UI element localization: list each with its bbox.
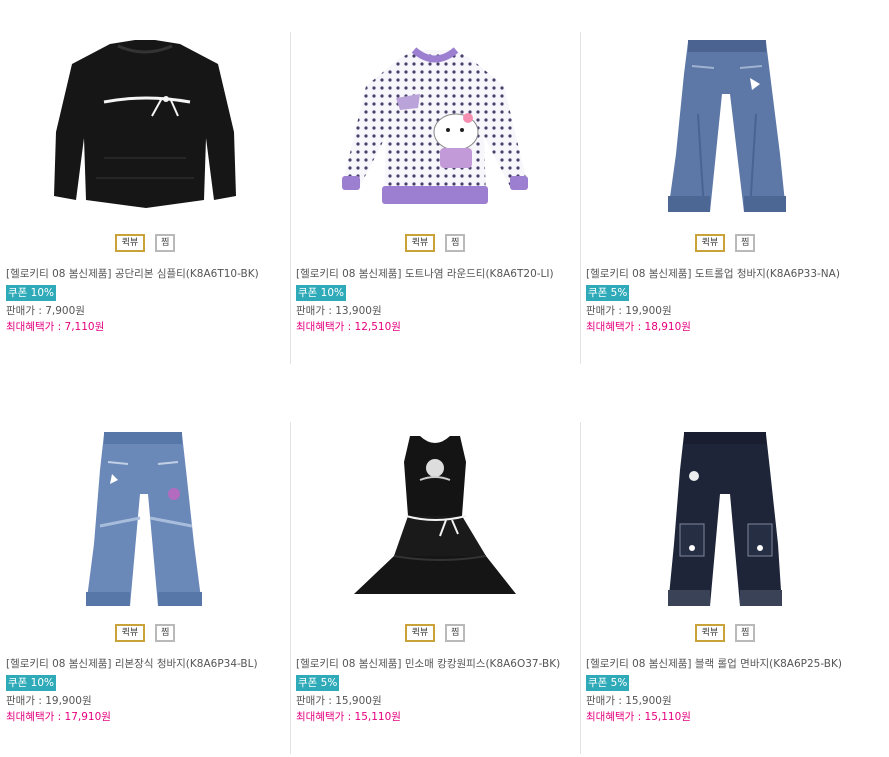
sale-price-label: 판매가 : xyxy=(586,695,626,707)
max-benefit-price: 최대혜택가 : 18,910원 xyxy=(586,319,866,335)
coupon-badge: 쿠폰 5% xyxy=(586,675,630,691)
max-benefit-label: 최대혜택가 : xyxy=(586,711,645,723)
product-name[interactable]: [헬로키티 08 봄신제품] 리본장식 청바지(K8A6P34-BL) xyxy=(6,656,286,672)
coupon-badge: 쿠폰 10% xyxy=(296,285,346,301)
sale-price-label: 판매가 : xyxy=(296,305,336,317)
wish-button[interactable]: 찜 xyxy=(735,624,756,642)
coupon-badge: 쿠폰 5% xyxy=(296,675,340,691)
quickview-button[interactable]: 퀵뷰 xyxy=(114,624,146,642)
sale-price-value: 15,900원 xyxy=(625,695,672,707)
sale-price: 판매가 : 15,900원 xyxy=(296,693,576,709)
product-grid: 퀵뷰 찜 [헬로키티 08 봄신제품] 공단리본 심플티(K8A6T10-BK)… xyxy=(0,0,889,757)
sale-price-value: 15,900원 xyxy=(335,695,382,707)
wish-button[interactable]: 찜 xyxy=(445,624,466,642)
product-card: 퀵뷰 찜 [헬로키티 08 봄신제품] 리본장식 청바지(K8A6P34-BL)… xyxy=(0,390,290,757)
product-card: 퀵뷰 찜 [헬로키티 08 봄신제품] 도트롤업 청바지(K8A6P33-NA)… xyxy=(580,0,870,370)
product-image[interactable] xyxy=(580,414,870,614)
quickview-button[interactable]: 퀵뷰 xyxy=(114,234,146,252)
max-benefit-value: 7,110원 xyxy=(64,321,105,333)
sale-price-label: 판매가 : xyxy=(586,305,626,317)
wish-button[interactable]: 찜 xyxy=(735,234,756,252)
product-image[interactable] xyxy=(0,414,290,614)
coupon-badge: 쿠폰 5% xyxy=(586,285,630,301)
coupon-badge: 쿠폰 10% xyxy=(6,675,56,691)
wish-button[interactable]: 찜 xyxy=(445,234,466,252)
max-benefit-price: 최대혜택가 : 7,110원 xyxy=(6,319,286,335)
sale-price-value: 13,900원 xyxy=(335,305,382,317)
product-name[interactable]: [헬로키티 08 봄신제품] 도트롤업 청바지(K8A6P33-NA) xyxy=(586,266,866,282)
max-benefit-value: 15,110원 xyxy=(644,711,691,723)
product-card: 퀵뷰 찜 [헬로키티 08 봄신제품] 민소매 캉캉원피스(K8A6O37-BK… xyxy=(290,390,580,757)
coupon-badge: 쿠폰 10% xyxy=(6,285,56,301)
max-benefit-value: 17,910원 xyxy=(64,711,111,723)
max-benefit-label: 최대혜택가 : xyxy=(586,321,645,333)
sale-price-value: 19,900원 xyxy=(625,305,672,317)
max-benefit-price: 최대혜택가 : 15,110원 xyxy=(296,709,576,725)
quickview-button[interactable]: 퀵뷰 xyxy=(404,624,436,642)
max-benefit-price: 최대혜택가 : 17,910원 xyxy=(6,709,286,725)
max-benefit-price: 최대혜택가 : 15,110원 xyxy=(586,709,866,725)
max-benefit-price: 최대혜택가 : 12,510원 xyxy=(296,319,576,335)
max-benefit-value: 12,510원 xyxy=(354,321,401,333)
sale-price: 판매가 : 19,900원 xyxy=(586,303,866,319)
max-benefit-label: 최대혜택가 : xyxy=(296,321,355,333)
sale-price-label: 판매가 : xyxy=(6,695,46,707)
sale-price-value: 19,900원 xyxy=(45,695,92,707)
product-image[interactable] xyxy=(0,28,290,228)
product-name[interactable]: [헬로키티 08 봄신제품] 민소매 캉캉원피스(K8A6O37-BK) xyxy=(296,656,576,672)
sale-price-value: 7,900원 xyxy=(45,305,85,317)
product-name[interactable]: [헬로키티 08 봄신제품] 도트나염 라운드티(K8A6T20-LI) xyxy=(296,266,576,282)
max-benefit-value: 15,110원 xyxy=(354,711,401,723)
max-benefit-label: 최대혜택가 : xyxy=(6,321,65,333)
sale-price: 판매가 : 7,900원 xyxy=(6,303,286,319)
product-card: 퀵뷰 찜 [헬로키티 08 봄신제품] 공단리본 심플티(K8A6T10-BK)… xyxy=(0,0,290,370)
sale-price: 판매가 : 19,900원 xyxy=(6,693,286,709)
max-benefit-label: 최대혜택가 : xyxy=(6,711,65,723)
quickview-button[interactable]: 퀵뷰 xyxy=(694,624,726,642)
product-image[interactable] xyxy=(580,14,870,214)
product-image[interactable] xyxy=(290,28,580,228)
sale-price-label: 판매가 : xyxy=(296,695,336,707)
quickview-button[interactable]: 퀵뷰 xyxy=(694,234,726,252)
sale-price-label: 판매가 : xyxy=(6,305,46,317)
max-benefit-label: 최대혜택가 : xyxy=(296,711,355,723)
quickview-button[interactable]: 퀵뷰 xyxy=(404,234,436,252)
product-card: 퀵뷰 찜 [헬로키티 08 봄신제품] 도트나염 라운드티(K8A6T20-LI… xyxy=(290,0,580,370)
wish-button[interactable]: 찜 xyxy=(155,624,176,642)
product-name[interactable]: [헬로키티 08 봄신제품] 공단리본 심플티(K8A6T10-BK) xyxy=(6,266,286,282)
sale-price: 판매가 : 15,900원 xyxy=(586,693,866,709)
product-image[interactable] xyxy=(290,416,580,616)
product-name[interactable]: [헬로키티 08 봄신제품] 블랙 롤업 면바지(K8A6P25-BK) xyxy=(586,656,866,672)
product-card: 퀵뷰 찜 [헬로키티 08 봄신제품] 블랙 롤업 면바지(K8A6P25-BK… xyxy=(580,390,870,757)
sale-price: 판매가 : 13,900원 xyxy=(296,303,576,319)
wish-button[interactable]: 찜 xyxy=(155,234,176,252)
max-benefit-value: 18,910원 xyxy=(644,321,691,333)
